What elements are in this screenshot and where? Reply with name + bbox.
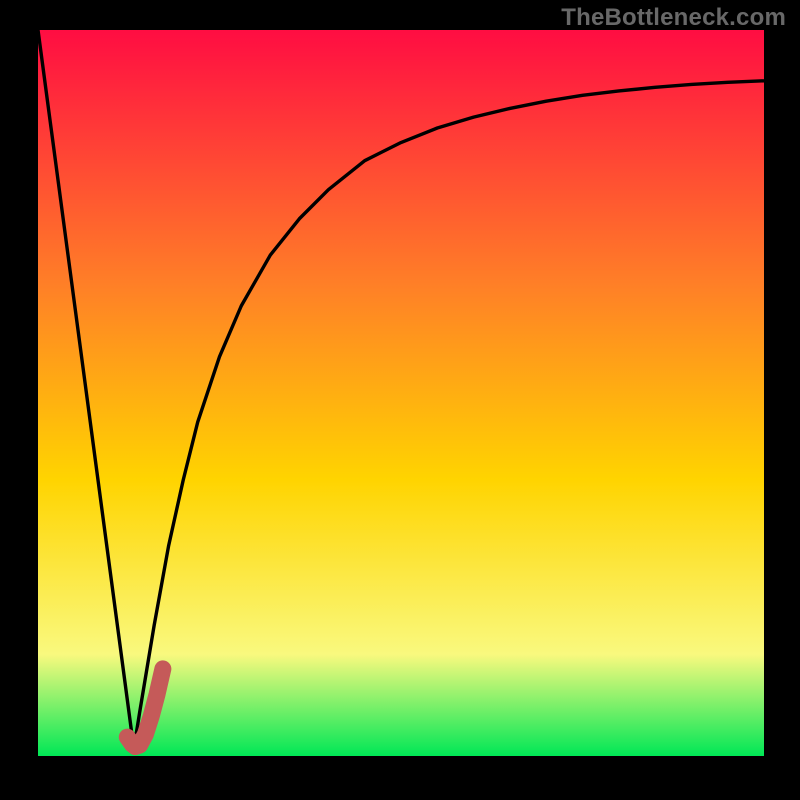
bottleneck-plot [0,0,800,800]
watermark-text: TheBottleneck.com [561,4,786,32]
plot-background [38,30,764,756]
chart-frame: TheBottleneck.com [0,0,800,800]
